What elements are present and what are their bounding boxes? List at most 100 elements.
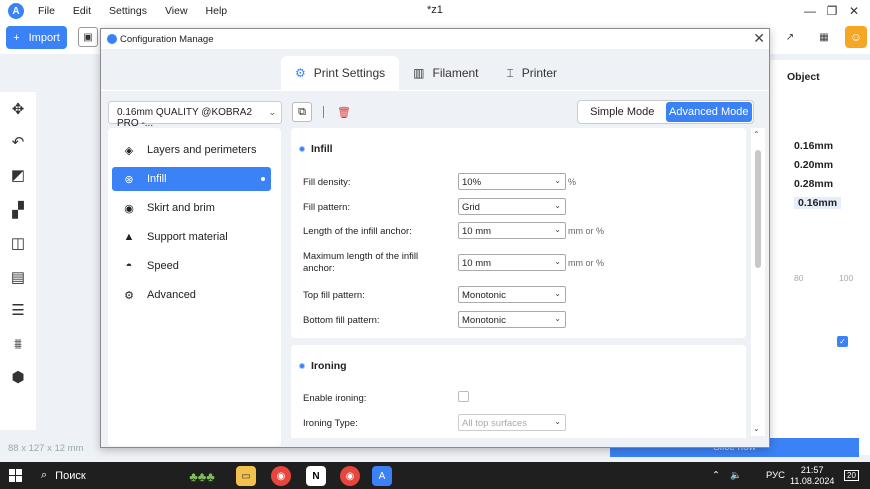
sidebar-item-skirt[interactable]: ◉ Skirt and brim <box>112 196 271 220</box>
skirt-icon: ◉ <box>124 202 134 215</box>
fill-density-label: Fill density: <box>303 177 351 188</box>
dialog-title: Configuration Manage <box>120 33 214 45</box>
top-fill-pattern-select[interactable]: Monotonic ⌄ <box>458 286 566 303</box>
document-title: *z1 <box>427 4 443 16</box>
split-tool-icon[interactable]: ☰ <box>8 300 28 320</box>
apps-grid-icon[interactable]: ▦ <box>814 27 834 47</box>
restore-icon[interactable]: ❐ <box>821 0 843 22</box>
advanced-icon: ⚙ <box>124 289 134 302</box>
menu-help[interactable]: Help <box>206 5 228 17</box>
sidebar-item-support[interactable]: ▲ Support material <box>112 225 271 249</box>
ironing-type-value: All top surfaces <box>462 418 527 429</box>
menu-file[interactable]: File <box>38 5 55 17</box>
place-on-face-icon[interactable]: ◩ <box>8 165 28 185</box>
support-paint-icon[interactable]: ⩩ <box>8 334 28 354</box>
scale-label-100: 100 <box>839 273 854 283</box>
layer-height-3[interactable]: 0.28mm <box>794 178 833 190</box>
layer-height-4[interactable]: 0.16mm <box>794 197 842 209</box>
landscape-widget-icon[interactable]: ♣♣♣ <box>178 466 226 486</box>
settings-tabs: ⚙ Print Settings ▥ Filament ⌶ Printer <box>281 56 571 90</box>
tab-printer[interactable]: ⌶ Printer <box>493 56 572 90</box>
menu-view[interactable]: View <box>165 5 188 17</box>
fill-pattern-label: Fill pattern: <box>303 202 350 213</box>
content-scrollbar[interactable]: ⌃ ⌄ <box>751 128 765 436</box>
ironing-type-select[interactable]: All top surfaces ⌄ <box>458 414 566 431</box>
user-avatar[interactable]: ☺ <box>845 26 867 48</box>
max-anchor-length-unit: mm or % <box>568 258 604 268</box>
scroll-down-icon[interactable]: ⌄ <box>753 424 760 433</box>
max-anchor-length-label: Maximum length of the infill anchor: <box>303 251 419 274</box>
system-clock[interactable]: 21:57 11.08.2024 <box>790 465 834 487</box>
notifications-badge[interactable]: 20 <box>844 470 859 481</box>
chrome-profile-icon[interactable]: ◉ <box>340 466 360 486</box>
dialog-close-icon[interactable]: ✕ <box>753 30 765 47</box>
tray-chevron-icon[interactable]: ⌃ <box>712 470 720 481</box>
file-explorer-icon[interactable]: ▭ <box>236 466 256 486</box>
sidebar-item-infill[interactable]: ⊛ Infill <box>112 167 271 191</box>
app-menubar: A File Edit Settings View Help *z1 — ❐ ✕ <box>0 0 870 22</box>
fill-pattern-select[interactable]: Grid ⌄ <box>458 198 566 215</box>
sidebar-item-label: Skirt and brim <box>147 202 215 214</box>
import-button[interactable]: + Import <box>6 26 67 49</box>
save-icon[interactable]: ▣ <box>78 27 98 47</box>
ironing-type-label: Ironing Type: <box>303 418 358 429</box>
simple-mode-button[interactable]: Simple Mode <box>579 102 666 122</box>
sidebar-item-label: Advanced <box>147 289 196 301</box>
windows-taskbar: ⌕ Поиск ♣♣♣ ▭ ◉ N ◉ A ⌃ 🔈 РУС 21:57 11.0… <box>0 462 870 489</box>
infill-title-text: Infill <box>311 143 333 155</box>
scale-label-80: 80 <box>794 273 804 283</box>
preset-select[interactable]: 0.16mm QUALITY @KOBRA2 PRO -... ⌄ <box>108 101 282 129</box>
ironing-title: Ironing <box>299 360 347 372</box>
copy-preset-icon[interactable]: ⧉ <box>292 102 312 122</box>
cube-tool-icon[interactable]: ⬢ <box>8 367 28 387</box>
speaker-icon[interactable]: 🔈 <box>730 470 742 481</box>
mirror-tool-icon[interactable]: ◫ <box>8 233 28 253</box>
settings-content: Infill Fill density: 10% ⌄ % Fill patter… <box>291 128 746 438</box>
cut-tool-icon[interactable]: ▞ <box>8 200 28 220</box>
section-dot-icon <box>299 146 305 152</box>
tab-print-settings[interactable]: ⚙ Print Settings <box>281 56 400 90</box>
chrome-icon[interactable]: ◉ <box>271 466 291 486</box>
windows-start-icon[interactable] <box>9 469 22 482</box>
layer-height-2[interactable]: 0.20mm <box>794 159 833 171</box>
taskbar-search[interactable]: ⌕ Поиск <box>33 462 173 489</box>
sidebar-item-advanced[interactable]: ⚙ Advanced <box>112 283 271 307</box>
anchor-length-unit: mm or % <box>568 226 604 236</box>
anchor-length-label: Length of the infill anchor: <box>303 226 412 237</box>
menu-edit[interactable]: Edit <box>73 5 91 17</box>
notion-icon[interactable]: N <box>306 466 326 486</box>
printer-icon: ⌶ <box>506 65 514 80</box>
menu-settings[interactable]: Settings <box>109 5 147 17</box>
scroll-thumb[interactable] <box>755 150 761 268</box>
sidebar-item-layers[interactable]: ◈ Layers and perimeters <box>112 138 271 162</box>
keyboard-language[interactable]: РУС <box>766 470 785 481</box>
advanced-mode-button[interactable]: Advanced Mode <box>665 102 752 122</box>
scroll-up-icon[interactable]: ⌃ <box>753 130 760 139</box>
support-icon: ▲ <box>123 231 135 243</box>
chevron-down-icon: ⌄ <box>268 107 276 117</box>
export-icon[interactable]: ↗ <box>780 27 800 47</box>
layer-height-1[interactable]: 0.16mm <box>794 140 833 152</box>
close-window-icon[interactable]: ✕ <box>843 0 865 22</box>
checkbox-checked-icon[interactable]: ✓ <box>837 336 848 347</box>
slicer-app-icon[interactable]: A <box>372 466 392 486</box>
minimize-icon[interactable]: — <box>799 0 821 22</box>
dialog-titlebar: Configuration Manage <box>101 29 769 49</box>
left-tool-strip: ✥ ↶ ◩ ▞ ◫ ▤ ☰ ⩩ ⬢ <box>0 92 36 430</box>
enable-ironing-checkbox[interactable] <box>458 391 469 402</box>
sidebar-item-speed[interactable]: ◓ Speed <box>112 254 271 278</box>
chevron-down-icon: ⌄ <box>554 201 561 210</box>
anchor-length-input[interactable]: 10 mm ⌄ <box>458 222 566 239</box>
import-label: Import <box>28 31 60 44</box>
chevron-down-icon: ⌄ <box>554 289 561 298</box>
rotate-tool-icon[interactable]: ↶ <box>8 132 28 152</box>
delete-preset-icon[interactable]: 🗑 <box>334 102 354 122</box>
layout-tool-icon[interactable]: ▤ <box>8 267 28 287</box>
fill-density-input[interactable]: 10% ⌄ <box>458 173 566 190</box>
bottom-fill-pattern-select[interactable]: Monotonic ⌄ <box>458 311 566 328</box>
sidebar-item-label: Layers and perimeters <box>147 144 257 156</box>
move-tool-icon[interactable]: ✥ <box>8 99 28 119</box>
max-anchor-length-input[interactable]: 10 mm ⌄ <box>458 254 566 271</box>
tab-filament[interactable]: ▥ Filament <box>399 56 492 90</box>
right-panel <box>770 60 870 455</box>
